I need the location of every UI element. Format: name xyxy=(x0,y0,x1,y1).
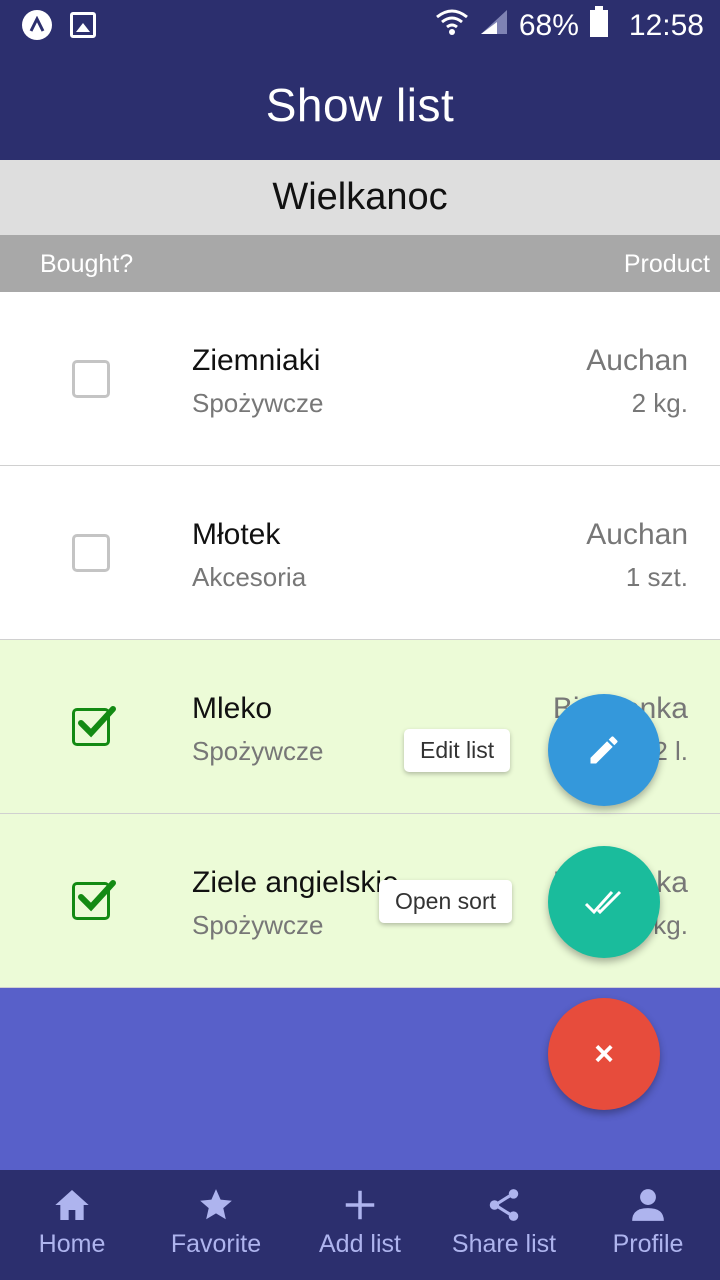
home-icon xyxy=(55,1190,89,1220)
status-bar: 68% 12:58 xyxy=(0,0,720,50)
column-header: Bought? Product xyxy=(0,235,720,292)
share-icon xyxy=(489,1189,519,1221)
product-category: Spożywcze xyxy=(192,910,324,940)
product-name: Ziele angielskie xyxy=(192,866,399,899)
battery-percent: 68% xyxy=(518,9,579,42)
bought-checkbox[interactable] xyxy=(72,706,116,746)
wifi-icon xyxy=(435,7,469,45)
list-item[interactable]: Ziemniaki Spożywcze Auchan 2 kg. xyxy=(0,292,720,466)
pencil-icon xyxy=(590,736,618,764)
nav-add-list[interactable]: Add list xyxy=(288,1170,432,1280)
bought-checkbox[interactable] xyxy=(72,534,110,572)
open-sort-button[interactable] xyxy=(548,846,660,958)
plus-icon xyxy=(345,1190,375,1220)
product-shop: Auchan xyxy=(586,344,688,377)
edit-list-button[interactable] xyxy=(548,694,660,806)
double-check-icon xyxy=(584,890,622,915)
nav-label: Home xyxy=(38,1230,106,1258)
list-name: Wielkanoc xyxy=(0,160,720,235)
product-category: Spożywcze xyxy=(192,736,324,766)
close-menu-button[interactable]: × xyxy=(548,998,660,1110)
nav-home[interactable]: Home xyxy=(0,1170,144,1280)
app-bar: Show list xyxy=(0,50,720,160)
clock: 12:58 xyxy=(628,9,704,42)
signal-icon xyxy=(479,8,509,44)
close-icon: × xyxy=(594,1034,614,1073)
list-item[interactable]: Młotek Akcesoria Auchan 1 szt. xyxy=(0,466,720,640)
nav-label: Add list xyxy=(319,1230,401,1258)
nav-favorite[interactable]: Favorite xyxy=(144,1170,288,1280)
product-shop: Auchan xyxy=(586,518,688,551)
product-name: Ziemniaki xyxy=(192,344,321,377)
product-name: Mleko xyxy=(192,692,273,725)
bought-column-label: Bought? xyxy=(40,250,134,278)
edit-list-label[interactable]: Edit list xyxy=(404,729,511,772)
bottom-navigation: Home Favorite Add list Share list Profil… xyxy=(0,1170,720,1280)
checkmark-icon xyxy=(78,880,116,912)
bought-checkbox[interactable] xyxy=(72,880,116,920)
product-quantity: 2 kg. xyxy=(631,388,688,418)
image-notification-icon xyxy=(70,12,96,38)
nav-profile[interactable]: Profile xyxy=(576,1170,720,1280)
star-icon xyxy=(200,1189,232,1220)
battery-icon xyxy=(589,6,609,46)
nav-label: Favorite xyxy=(170,1230,262,1258)
checkmark-icon xyxy=(78,706,116,738)
person-icon xyxy=(632,1189,664,1221)
product-category: Spożywcze xyxy=(192,388,324,418)
app-notification-icon xyxy=(22,10,52,40)
nav-label: Share list xyxy=(451,1230,557,1258)
bought-checkbox[interactable] xyxy=(72,360,110,398)
product-category: Akcesoria xyxy=(192,562,307,592)
page-title: Show list xyxy=(265,79,455,131)
product-quantity: 1 szt. xyxy=(625,562,688,592)
product-column-label: Product xyxy=(623,250,710,278)
open-sort-label[interactable]: Open sort xyxy=(379,880,512,923)
nav-share-list[interactable]: Share list xyxy=(432,1170,576,1280)
product-name: Młotek xyxy=(192,518,281,551)
nav-label: Profile xyxy=(612,1230,684,1258)
